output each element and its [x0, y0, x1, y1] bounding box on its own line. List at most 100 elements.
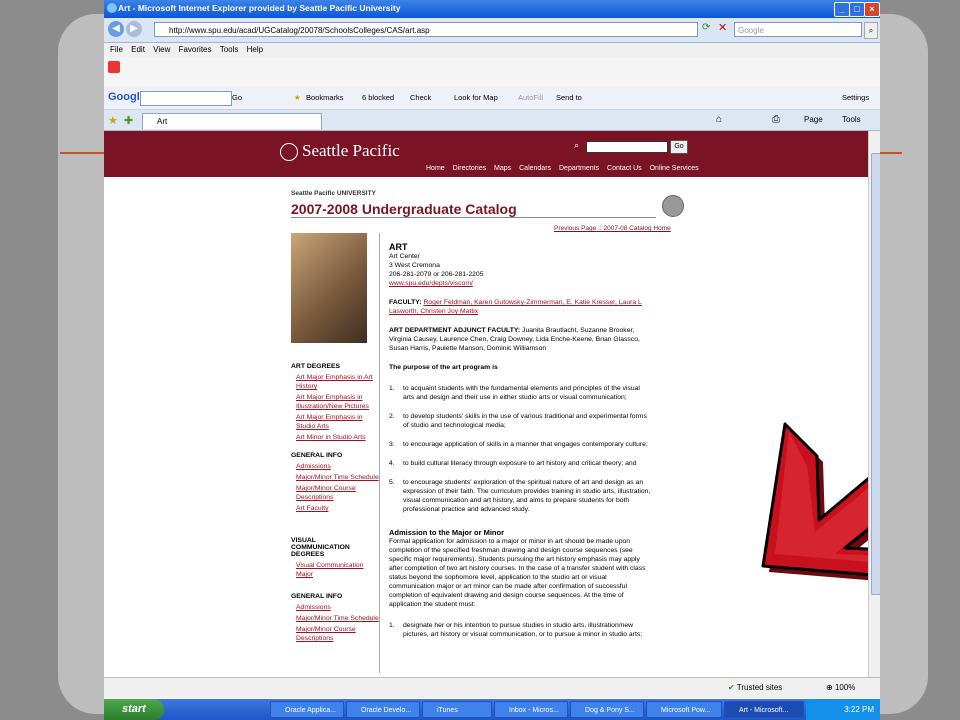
main-article: ART Art Center 3 West Cremona 206-281-20… — [389, 243, 651, 649]
list-item: 5. to encourage students' exploration of … — [389, 478, 651, 514]
site-logo[interactable]: Seattle Pacific — [280, 141, 400, 162]
maximize-button[interactable]: □ — [849, 2, 865, 17]
nav-home[interactable]: Home — [426, 165, 445, 172]
popup-blocked-button[interactable]: 6 blocked — [362, 93, 394, 102]
sidebar-link[interactable]: Major/Minor Course Descriptions — [296, 625, 381, 643]
home-icon[interactable]: ⌂ — [716, 114, 722, 125]
students-photo — [291, 233, 367, 343]
google-search-input[interactable] — [140, 91, 232, 106]
send-to-button[interactable]: Send to — [556, 93, 582, 102]
scrollbar-thumb[interactable] — [871, 153, 880, 595]
star-icon[interactable]: ★ — [294, 93, 301, 102]
taskbar-item[interactable]: Dog & Pony S... — [570, 701, 644, 718]
tools-menu[interactable]: Tools — [842, 115, 861, 124]
address-bar: ◀ ▶ http://www.spu.edu/acad/UGCatalog/20… — [104, 18, 880, 43]
spellcheck-button[interactable]: Check — [410, 93, 431, 102]
sidebar-link[interactable]: Major/Minor Time Schedule — [296, 473, 381, 482]
taskbar-item-active[interactable]: Art - Microsoft... — [724, 701, 804, 718]
menu-file[interactable]: File — [110, 43, 123, 57]
close-button[interactable]: × — [864, 2, 880, 17]
toolbar-plugin-icon[interactable] — [108, 61, 120, 73]
address-line: 3 West Cremona — [389, 262, 440, 269]
back-arrow-icon[interactable]: ◀ — [108, 21, 124, 37]
site-nav: Home Directories Maps Calendars Departme… — [426, 165, 705, 172]
sidebar-link[interactable]: Admissions — [296, 462, 381, 471]
nav-directories[interactable]: Directories — [453, 165, 486, 172]
menu-tools[interactable]: Tools — [220, 43, 239, 57]
stop-icon[interactable]: ✕ — [718, 21, 727, 34]
list-number: 1. — [389, 385, 395, 392]
previous-page-link[interactable]: Previous Page — [554, 225, 596, 232]
sidebar-link[interactable]: Art Major Emphasis in Art History — [296, 373, 381, 391]
sidebar-link[interactable]: Art Minor in Studio Arts — [296, 433, 381, 442]
address-line: 206-281-2079 or 206-281-2205 — [389, 271, 484, 278]
tab-art[interactable]: Art — [142, 113, 322, 129]
sidebar-link[interactable]: Art Major Emphasis in Illustration/New P… — [296, 393, 381, 411]
sidebar-link[interactable]: Visual Communication Major — [296, 561, 381, 579]
list-item: 2. to develop students' skills in the use… — [389, 412, 651, 430]
taskbar-item[interactable]: Inbox - Micros... — [494, 701, 568, 718]
taskbar: start Oracle Applica... Oracle Develo...… — [104, 699, 880, 720]
list-text: to build cultural literacy through expos… — [403, 460, 637, 467]
nav-contact-us[interactable]: Contact Us — [607, 165, 642, 172]
refresh-icon[interactable]: ⟳ — [702, 22, 710, 33]
ie-icon — [107, 3, 117, 13]
nav-maps[interactable]: Maps — [494, 165, 511, 172]
look-for-map-button[interactable]: Look for Map — [454, 93, 498, 102]
favorites-star-icon[interactable]: ★ — [108, 114, 118, 127]
add-favorites-icon[interactable]: ✚ — [124, 114, 133, 127]
sidebar-link[interactable]: Art Faculty — [296, 504, 381, 513]
sidebar-heading-art-degrees: ART DEGREES — [291, 363, 341, 370]
url-input[interactable]: http://www.spu.edu/acad/UGCatalog/20078/… — [154, 22, 698, 37]
site-header: Seattle Pacific ⌕ Go Home Directories Ma… — [104, 131, 868, 177]
search-icon[interactable]: ⌕ — [864, 22, 878, 39]
autofill-button[interactable]: AutoFill — [518, 93, 543, 102]
site-search-input[interactable] — [586, 141, 668, 153]
nav-departments[interactable]: Departments — [559, 165, 599, 172]
google-settings-button[interactable]: Settings — [842, 93, 869, 102]
sidebar-link[interactable]: Art Major Emphasis in Studio Arts — [296, 413, 381, 431]
menu-help[interactable]: Help — [247, 43, 263, 57]
search-input[interactable]: Google — [734, 22, 862, 37]
minimize-button[interactable]: _ — [834, 2, 850, 17]
menu-favorites[interactable]: Favorites — [179, 43, 212, 57]
sidebar-link[interactable]: Major/Minor Time Schedule — [296, 614, 381, 623]
search-icon: ⌕ — [574, 140, 580, 150]
print-icon[interactable]: ⎙ — [772, 114, 780, 125]
page-content: Seattle Pacific ⌕ Go Home Directories Ma… — [104, 131, 868, 677]
menu-edit[interactable]: Edit — [131, 43, 145, 57]
admission-list: 1. designate her or his intention to purs… — [389, 621, 651, 639]
list-text: to encourage application of skills in a … — [403, 441, 648, 448]
menu-view[interactable]: View — [153, 43, 170, 57]
page-menu[interactable]: Page — [804, 115, 823, 124]
list-item: 3. to encourage application of skills in … — [389, 440, 651, 449]
faculty-links[interactable]: Roger Feldman, Karen Gutowsky-Zimmerman,… — [389, 299, 642, 315]
catalog-home-link[interactable]: 2007-08 Catalog Home — [604, 225, 671, 232]
extra-toolbar — [104, 57, 880, 87]
address-line: Art Center — [389, 253, 420, 260]
department-url-link[interactable]: www.spu.edu/depts/viscom/ — [389, 279, 651, 288]
nav-online-services[interactable]: Online Services — [650, 165, 699, 172]
taskbar-item[interactable]: Oracle Applica... — [270, 701, 344, 718]
list-number: 1. — [389, 622, 395, 629]
checkmark-icon: ✔ — [728, 683, 735, 692]
sidebar-link[interactable]: Major/Minor Course Descriptions — [296, 484, 381, 502]
forward-arrow-icon[interactable]: ▶ — [126, 21, 142, 37]
google-go-button[interactable]: Go — [232, 93, 242, 102]
bookmarks-button[interactable]: Bookmarks — [306, 93, 344, 102]
faculty-label: FACULTY: — [389, 299, 422, 306]
window-titlebar[interactable]: Art - Microsoft Internet Explorer provid… — [104, 0, 880, 18]
taskbar-item[interactable]: Oracle Develo... — [346, 701, 420, 718]
zoom-level[interactable]: ⊕ 100% — [826, 683, 855, 692]
vertical-scrollbar[interactable] — [868, 131, 880, 677]
security-zone: ✔ Trusted sites — [728, 683, 782, 692]
taskbar-item[interactable]: iTunes — [422, 701, 492, 718]
start-button[interactable]: start — [104, 699, 164, 720]
sidebar-link[interactable]: Admissions — [296, 603, 381, 612]
list-text: designate her or his intention to pursue… — [403, 622, 643, 638]
site-go-button[interactable]: Go — [670, 140, 688, 154]
list-number: 3. — [389, 441, 395, 448]
nav-calendars[interactable]: Calendars — [519, 165, 551, 172]
list-text: to acquaint students with the fundamenta… — [403, 385, 640, 401]
taskbar-item[interactable]: Microsoft Pow... — [646, 701, 722, 718]
